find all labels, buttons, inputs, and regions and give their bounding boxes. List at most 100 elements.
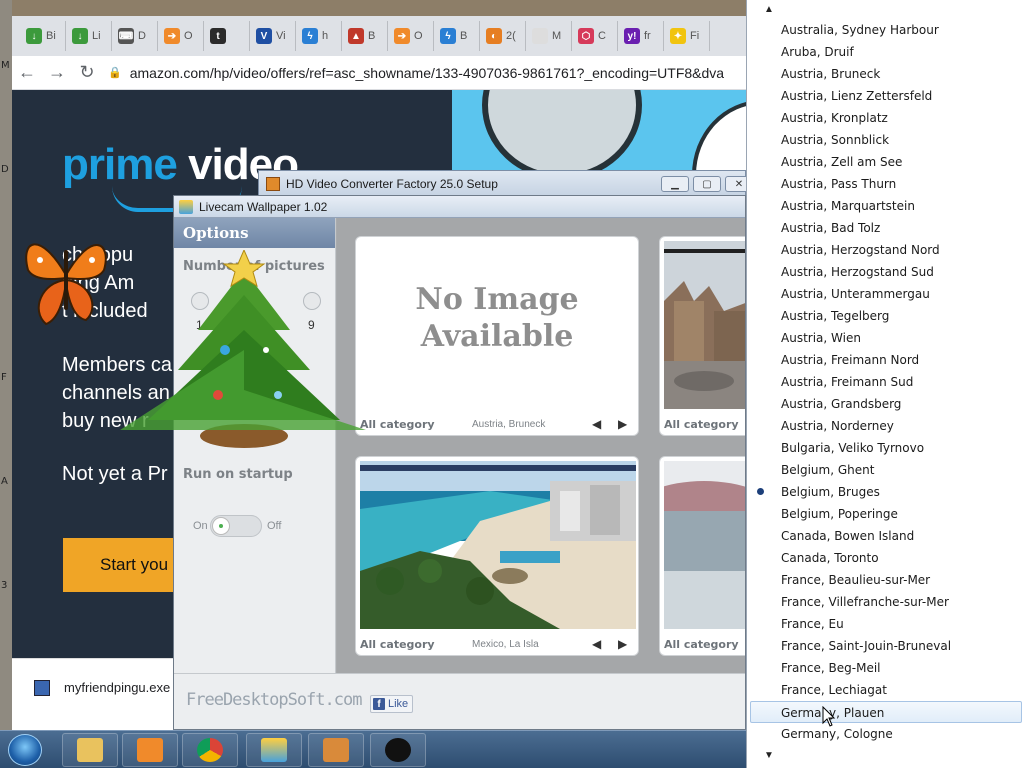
next-arrow-icon[interactable]: ▶	[618, 637, 627, 651]
webcam-card[interactable]: All category	[659, 236, 745, 436]
dropdown-item[interactable]: Canada, Bowen Island	[747, 525, 1024, 547]
livecam-icon	[261, 738, 287, 762]
dropdown-item[interactable]: Germany, Plauen	[750, 701, 1022, 723]
browser-tab[interactable]: ➔ O	[158, 21, 204, 51]
windows-taskbar	[0, 730, 746, 768]
webcam-grid: No Image Available All category Austria,…	[337, 218, 745, 673]
browser-tab[interactable]: ✦ Fi	[664, 21, 710, 51]
tab-favicon-icon: ✦	[670, 28, 686, 44]
browser-tab[interactable]: t	[204, 21, 250, 51]
webcam-photo-snowy	[664, 461, 745, 629]
dropdown-item[interactable]: Austria, Unterammergau	[747, 283, 1024, 305]
dropdown-item[interactable]: Canada, Toronto	[747, 547, 1024, 569]
tab-favicon-icon: ▲	[348, 28, 364, 44]
category-label[interactable]: All category	[360, 638, 435, 651]
prev-arrow-icon[interactable]: ◀	[592, 637, 601, 651]
facebook-like-button[interactable]: f Like	[370, 695, 414, 713]
download-filename[interactable]: myfriendpingu.exe	[64, 680, 170, 695]
run-on-startup-toggle[interactable]	[210, 515, 262, 537]
dropdown-item[interactable]: France, Beaulieu-sur-Mer	[747, 569, 1024, 591]
installer-icon	[266, 176, 280, 191]
dropdown-item[interactable]: Austria, Bruneck	[747, 63, 1024, 85]
browser-tab[interactable]: ϟh	[296, 21, 342, 51]
dropdown-item[interactable]: Bulgaria, Veliko Tyrnovo	[747, 437, 1024, 459]
webcam-card[interactable]: No Image Available All category Austria,…	[355, 236, 639, 436]
dropdown-item[interactable]: Austria, Kronplatz	[747, 107, 1024, 129]
dropdown-item[interactable]: Austria, Lienz Zettersfeld	[747, 85, 1024, 107]
dropdown-item[interactable]: Austria, Grandsberg	[747, 393, 1024, 415]
category-label[interactable]: All category	[360, 418, 435, 431]
taskbar-installer-button[interactable]	[308, 733, 364, 767]
toggle-knob[interactable]	[212, 517, 230, 535]
scroll-up-arrow-icon[interactable]: ▲	[764, 4, 774, 15]
dropdown-item[interactable]: Austria, Wien	[747, 327, 1024, 349]
address-bar[interactable]: amazon.com/hp/video/offers/ref=asc_shown…	[130, 65, 724, 81]
tab-label: Fi	[690, 30, 700, 42]
browser-tab[interactable]: y! fr	[618, 21, 664, 51]
browser-tab[interactable]: V Vi	[250, 21, 296, 51]
hd-video-converter-window[interactable]: HD Video Converter Factory 25.0 Setup ▁ …	[258, 170, 753, 196]
dropdown-item[interactable]: France, Eu	[747, 613, 1024, 635]
tab-favicon-icon: ϟ	[302, 28, 318, 44]
taskbar-chrome-button[interactable]	[182, 733, 238, 767]
browser-tab[interactable]: ↓ Li	[66, 21, 112, 51]
tab-label: C	[598, 30, 606, 42]
browser-tab[interactable]: M	[526, 21, 572, 51]
dropdown-item[interactable]: Austria, Tegelberg	[747, 305, 1024, 327]
dropdown-item[interactable]: Belgium, Bruges	[747, 481, 1024, 503]
dropdown-item[interactable]: Austria, Bad Tolz	[747, 217, 1024, 239]
dropdown-item[interactable]: Belgium, Ghent	[747, 459, 1024, 481]
chrome-icon	[197, 738, 223, 762]
prev-arrow-icon[interactable]: ◀	[592, 417, 601, 431]
dropdown-item[interactable]: France, Villefranche-sur-Mer	[747, 591, 1024, 613]
dropdown-item[interactable]: Austria, Zell am See	[747, 151, 1024, 173]
minimize-button[interactable]: ▁	[661, 176, 689, 192]
dropdown-item[interactable]: Australia, Sydney Harbour	[747, 19, 1024, 41]
dropdown-item[interactable]: Germany, Cologne	[747, 723, 1024, 745]
webcam-card[interactable]: All category Mexico, La Isla ◀ ▶	[355, 456, 639, 656]
browser-tab[interactable]: ⌨ D	[112, 21, 158, 51]
dropdown-item[interactable]: Austria, Freimann Nord	[747, 349, 1024, 371]
maximize-button[interactable]: ▢	[693, 176, 721, 192]
start-button[interactable]	[8, 734, 42, 766]
livecam-title-bar[interactable]: Livecam Wallpaper 1.02	[174, 196, 745, 218]
taskbar-media-button[interactable]	[122, 733, 178, 767]
location-label: Austria, Bruneck	[472, 419, 546, 430]
tab-label: fr	[644, 30, 651, 42]
browser-tab[interactable]: ◐ 2(	[480, 21, 526, 51]
back-button[interactable]: ←	[12, 58, 42, 88]
reload-button[interactable]: ↻	[72, 58, 102, 88]
dropdown-item[interactable]: France, Beg-Meil	[747, 657, 1024, 679]
browser-tab[interactable]: ⬡ C	[572, 21, 618, 51]
pingu-icon	[385, 738, 411, 762]
dropdown-item[interactable]: Belgium, Poperinge	[747, 503, 1024, 525]
category-label[interactable]: All category	[664, 638, 739, 651]
browser-tab[interactable]: ▲ B	[342, 21, 388, 51]
dropdown-item[interactable]: France, Saint-Jouin-Bruneval	[747, 635, 1024, 657]
dropdown-item[interactable]: Aruba, Druif	[747, 41, 1024, 63]
dropdown-item[interactable]: France, Lechiagat	[747, 679, 1024, 701]
dropdown-item[interactable]: Austria, Marquartstein	[747, 195, 1024, 217]
freedesktopsoft-link[interactable]: FreeDesktopSoft.com	[186, 690, 362, 710]
next-arrow-icon[interactable]: ▶	[618, 417, 627, 431]
mouse-cursor-icon	[822, 706, 836, 727]
dropdown-item[interactable]: Austria, Herzogstand Sud	[747, 261, 1024, 283]
taskbar-livecam-button[interactable]	[246, 733, 302, 767]
webcam-card[interactable]: All category	[659, 456, 745, 656]
dropdown-item[interactable]: Austria, Pass Thurn	[747, 173, 1024, 195]
browser-tab[interactable]: ➔ O	[388, 21, 434, 51]
category-label[interactable]: All category	[664, 418, 739, 431]
dropdown-item[interactable]: Austria, Herzogstand Nord	[747, 239, 1024, 261]
dropdown-item[interactable]: Austria, Freimann Sud	[747, 371, 1024, 393]
christmas-tree-icon	[120, 250, 366, 448]
browser-tab[interactable]: ↓ Bi	[20, 21, 66, 51]
tab-label: O	[414, 30, 423, 42]
scroll-down-arrow-icon[interactable]: ▼	[764, 750, 774, 761]
location-dropdown-list[interactable]: ▲ ▼ Australia, Sydney Harbour Aruba, Drui…	[746, 0, 1024, 768]
forward-button[interactable]: →	[42, 58, 72, 88]
dropdown-item[interactable]: Austria, Norderney	[747, 415, 1024, 437]
browser-tab[interactable]: ϟB	[434, 21, 480, 51]
taskbar-pingu-button[interactable]	[370, 733, 426, 767]
taskbar-explorer-button[interactable]	[62, 733, 118, 767]
dropdown-item[interactable]: Austria, Sonnblick	[747, 129, 1024, 151]
